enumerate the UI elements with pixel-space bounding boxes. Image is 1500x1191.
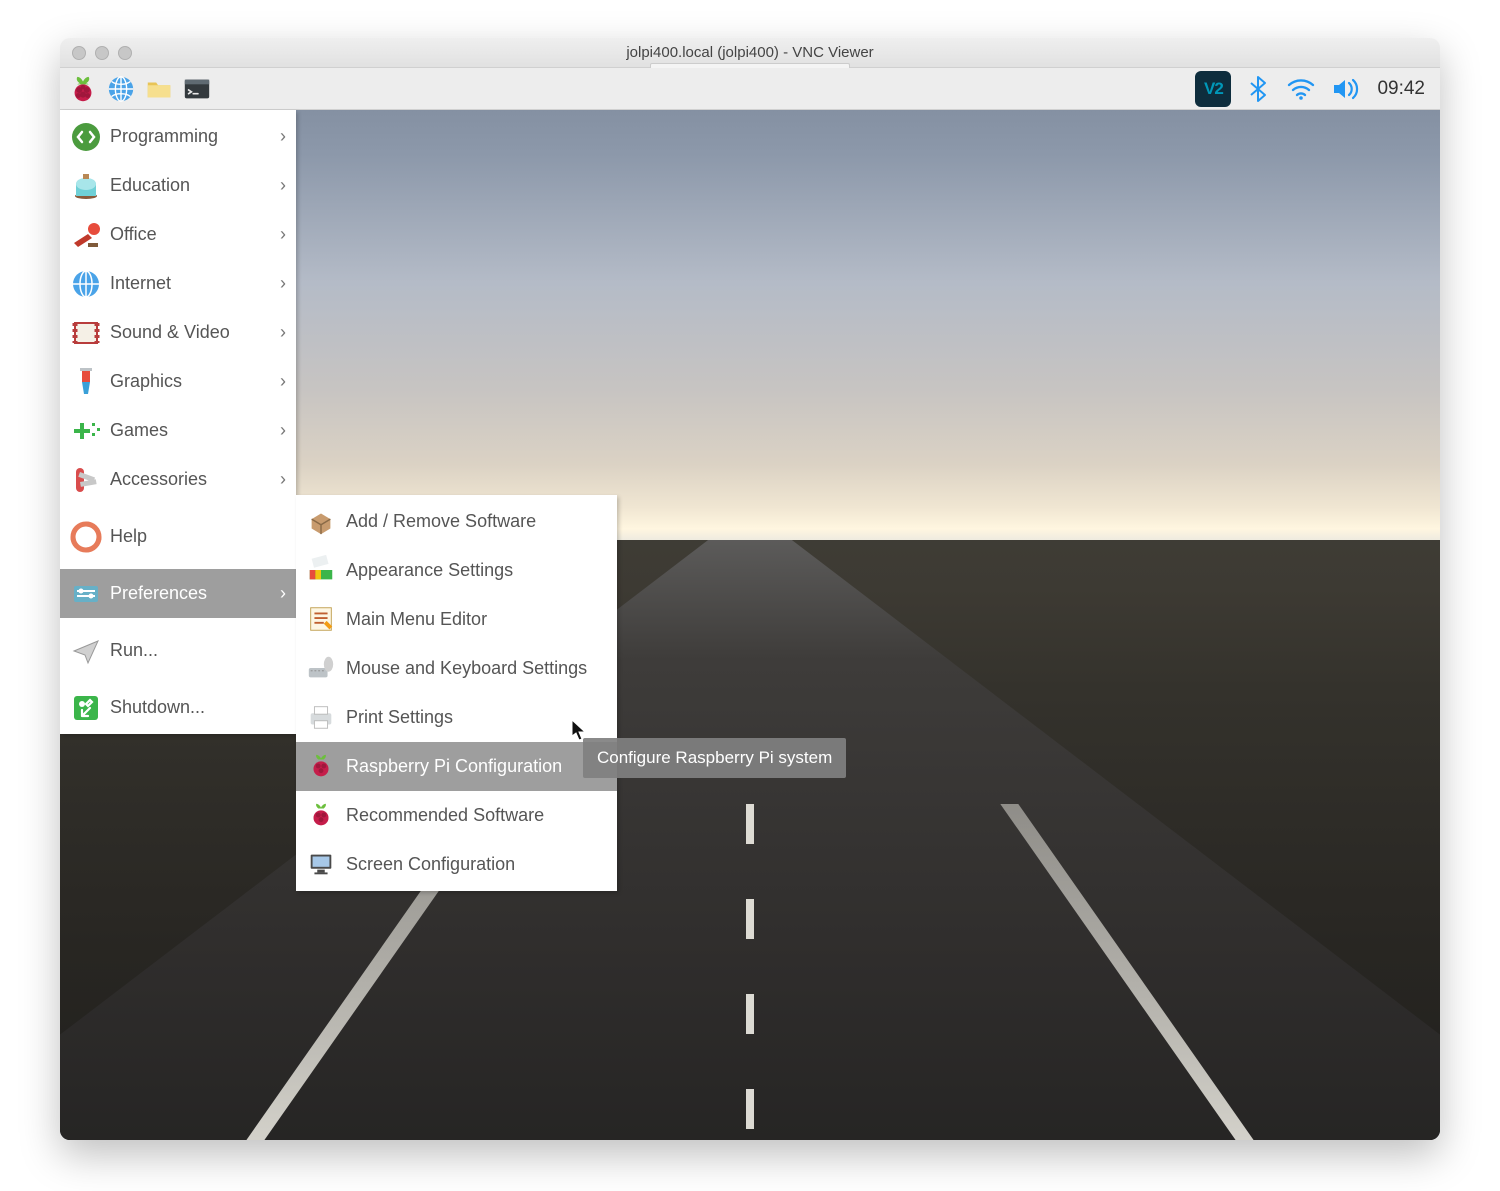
- run-icon: [70, 635, 102, 667]
- shutdown-icon: [70, 692, 102, 724]
- submenu-item-label: Print Settings: [346, 707, 453, 728]
- chevron-right-icon: ›: [280, 469, 286, 490]
- menu-item-internet[interactable]: Internet ›: [60, 259, 296, 308]
- graphics-icon: [70, 366, 102, 398]
- submenu-item-label: Mouse and Keyboard Settings: [346, 658, 587, 679]
- menu-item-office[interactable]: Office ›: [60, 210, 296, 259]
- submenu-item-mainmenu[interactable]: Main Menu Editor: [296, 595, 617, 644]
- recommended-icon: [306, 800, 338, 832]
- submenu-item-add-remove[interactable]: Add / Remove Software: [296, 497, 617, 546]
- chevron-right-icon: ›: [280, 175, 286, 196]
- window-title: jolpi400.local (jolpi400) - VNC Viewer: [60, 44, 1440, 61]
- menu-item-label: Accessories: [110, 469, 207, 490]
- submenu-item-label: Raspberry Pi Configuration: [346, 756, 562, 777]
- menu-item-run[interactable]: Run...: [60, 626, 296, 675]
- menu-item-sound-video[interactable]: Sound & Video ›: [60, 308, 296, 357]
- menu-item-preferences[interactable]: Preferences ›: [60, 569, 296, 618]
- vnc-server-tray-icon[interactable]: V2: [1195, 71, 1231, 107]
- office-icon: [70, 219, 102, 251]
- submenu-item-appearance[interactable]: Appearance Settings: [296, 546, 617, 595]
- menu-item-programming[interactable]: Programming ›: [60, 112, 296, 161]
- mouse-cursor: [570, 718, 590, 742]
- launchers: [65, 71, 215, 107]
- help-icon: [70, 521, 102, 553]
- chevron-right-icon: ›: [280, 371, 286, 392]
- system-tray: V2 09:42: [1195, 71, 1435, 107]
- volume-icon[interactable]: [1331, 77, 1361, 101]
- mainmenu-icon: [306, 604, 338, 636]
- web-browser-launcher[interactable]: [103, 71, 139, 107]
- menu-item-help[interactable]: Help: [60, 512, 296, 561]
- chevron-right-icon: ›: [280, 583, 286, 604]
- sound-video-icon: [70, 317, 102, 349]
- menu-item-label: Internet: [110, 273, 171, 294]
- raspberry-menu-button[interactable]: [65, 71, 101, 107]
- taskbar: V2 09:42: [60, 68, 1440, 110]
- menu-item-education[interactable]: Education ›: [60, 161, 296, 210]
- menu-item-label: Office: [110, 224, 157, 245]
- education-icon: [70, 170, 102, 202]
- menu-item-label: Sound & Video: [110, 322, 230, 343]
- chevron-right-icon: ›: [280, 224, 286, 245]
- mouse-keyboard-icon: [306, 653, 338, 685]
- clock[interactable]: 09:42: [1377, 78, 1425, 100]
- submenu-item-label: Appearance Settings: [346, 560, 513, 581]
- application-menu: Programming›Education›Office›Internet›So…: [60, 110, 296, 734]
- menu-item-label: Programming: [110, 126, 218, 147]
- submenu-item-label: Screen Configuration: [346, 854, 515, 875]
- file-manager-launcher[interactable]: [141, 71, 177, 107]
- chevron-right-icon: ›: [280, 322, 286, 343]
- bluetooth-icon[interactable]: [1247, 74, 1271, 104]
- menu-item-shutdown[interactable]: Shutdown...: [60, 683, 296, 732]
- wifi-icon[interactable]: [1287, 78, 1315, 100]
- menu-item-games[interactable]: Games ›: [60, 406, 296, 455]
- menu-item-label: Preferences: [110, 583, 207, 604]
- preferences-icon: [70, 578, 102, 610]
- add-remove-icon: [306, 506, 338, 538]
- menu-item-label: Help: [110, 526, 147, 547]
- submenu-item-print[interactable]: Print Settings: [296, 693, 617, 742]
- menu-item-graphics[interactable]: Graphics ›: [60, 357, 296, 406]
- chevron-right-icon: ›: [280, 126, 286, 147]
- menu-item-accessories[interactable]: Accessories ›: [60, 455, 296, 504]
- submenu-item-recommended[interactable]: Recommended Software: [296, 791, 617, 840]
- menu-item-label: Graphics: [110, 371, 182, 392]
- menu-item-label: Shutdown...: [110, 697, 205, 718]
- submenu-item-rpi-config[interactable]: Raspberry Pi Configuration: [296, 742, 617, 791]
- games-icon: [70, 415, 102, 447]
- chevron-right-icon: ›: [280, 273, 286, 294]
- chevron-right-icon: ›: [280, 420, 286, 441]
- appearance-icon: [306, 555, 338, 587]
- internet-icon: [70, 268, 102, 300]
- accessories-icon: [70, 464, 102, 496]
- remote-desktop[interactable]: V2 09:42 Programming›Education›Office›In…: [60, 68, 1440, 1140]
- submenu-item-label: Add / Remove Software: [346, 511, 536, 532]
- terminal-launcher[interactable]: [179, 71, 215, 107]
- rpi-config-icon: [306, 751, 338, 783]
- screen-config-icon: [306, 849, 338, 881]
- print-icon: [306, 702, 338, 734]
- mac-titlebar: jolpi400.local (jolpi400) - VNC Viewer: [60, 38, 1440, 68]
- menu-item-label: Run...: [110, 640, 158, 661]
- submenu-item-label: Main Menu Editor: [346, 609, 487, 630]
- menu-item-label: Games: [110, 420, 168, 441]
- submenu-item-mouse-keyboard[interactable]: Mouse and Keyboard Settings: [296, 644, 617, 693]
- menu-item-label: Education: [110, 175, 190, 196]
- tooltip: Configure Raspberry Pi system: [583, 738, 846, 778]
- vnc-window: jolpi400.local (jolpi400) - VNC Viewer: [60, 38, 1440, 1140]
- preferences-submenu: Add / Remove Software Appearance Settings…: [296, 495, 617, 891]
- submenu-item-screen-config[interactable]: Screen Configuration: [296, 840, 617, 889]
- programming-icon: [70, 121, 102, 153]
- submenu-item-label: Recommended Software: [346, 805, 544, 826]
